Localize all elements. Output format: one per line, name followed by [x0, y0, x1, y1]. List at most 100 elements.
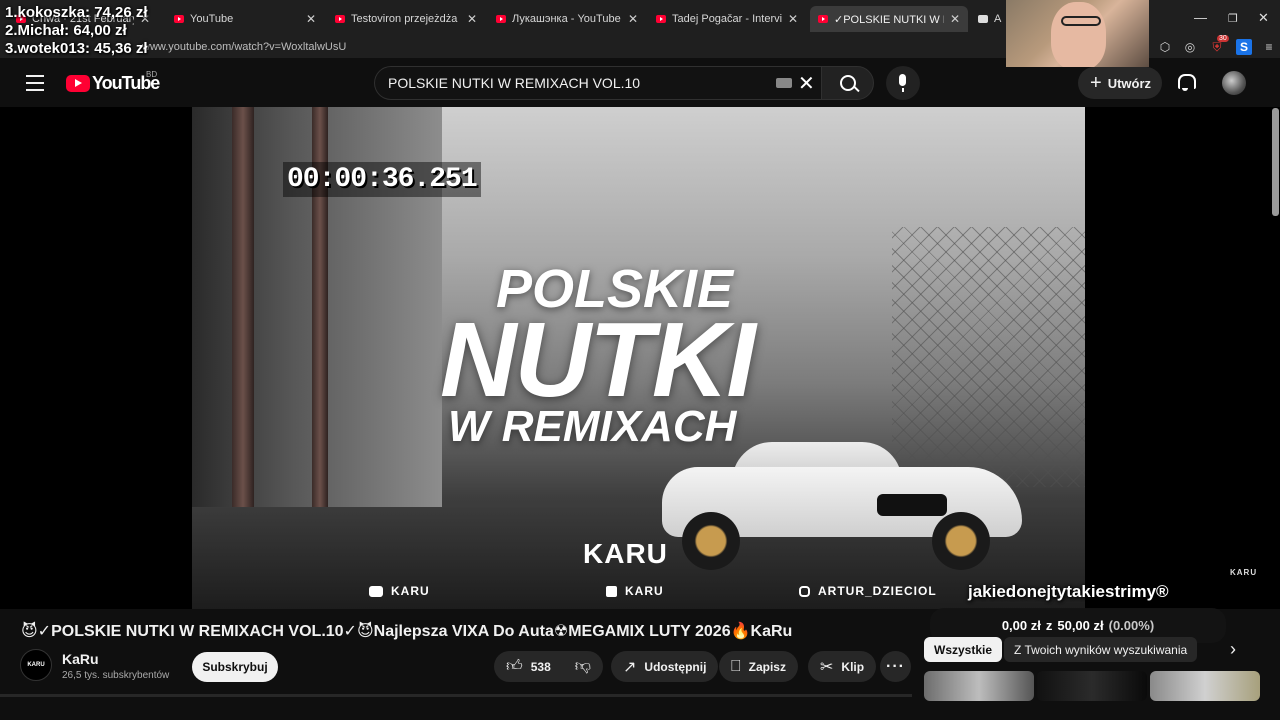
- close-tab-icon[interactable]: ✕: [467, 12, 477, 26]
- youtube-favicon-icon: [174, 15, 184, 23]
- browser-tab[interactable]: Лукашэнка - YouTube ✕: [488, 6, 646, 32]
- recommended-thumbnail[interactable]: [1150, 671, 1260, 701]
- channel-avatar[interactable]: KARU: [20, 649, 52, 681]
- extension-puzzle-icon[interactable]: ⬡: [1157, 39, 1173, 55]
- clip-label: Klip: [841, 659, 865, 674]
- create-button[interactable]: + Utwórz: [1078, 67, 1162, 99]
- keyboard-icon[interactable]: [776, 78, 792, 88]
- share-button[interactable]: ↗ Udostępnij: [611, 651, 719, 682]
- country-code: BD: [146, 70, 158, 79]
- subscriber-count: 26,5 tys. subskrybentów: [62, 670, 170, 681]
- browser-tab[interactable]: Testoviron przejeżdża przez W ✕: [327, 6, 485, 32]
- donor-entry: 1.kokoszka: 74,26 zł: [5, 4, 148, 21]
- youtube-favicon-icon: [818, 15, 828, 23]
- donor-entry: 3.wotek013: 45,36 zł: [5, 40, 148, 57]
- browser-menu-icon[interactable]: ≡: [1261, 39, 1277, 55]
- notifications-bell-icon[interactable]: [1176, 73, 1196, 91]
- close-tab-icon[interactable]: ✕: [788, 12, 798, 26]
- youtube-logo-icon[interactable]: [66, 75, 90, 92]
- donation-current: 0,00 zł: [1001, 618, 1041, 633]
- video-social-youtube: KARU: [369, 584, 430, 598]
- like-count[interactable]: 538: [531, 660, 551, 674]
- tab-title: ✓POLSKIE NUTKI W REMIX: [834, 13, 944, 26]
- browser-tab[interactable]: YouTube ✕: [166, 6, 324, 32]
- video-title-part: 😈Najlepsza VIXA Do Auta: [356, 623, 554, 640]
- donation-percent: (0.00%): [1108, 618, 1155, 633]
- webcam-glasses: [1061, 16, 1101, 26]
- search-input[interactable]: POLSKIE NUTKI W REMIXACH VOL.10: [388, 75, 640, 91]
- video-social-instagram: ARTUR_DZIECIOL: [799, 584, 937, 598]
- webcam-face: [1051, 2, 1106, 67]
- video-title: 😈✓POLSKIE NUTKI W REMIXACH VOL.10✓😈Najle…: [21, 621, 792, 641]
- top-donors-overlay: 1.kokoszka: 74,26 zł 2.Michał: 64,00 zł …: [5, 4, 148, 58]
- close-tab-icon[interactable]: ✕: [628, 12, 638, 26]
- create-label: Utwórz: [1107, 75, 1152, 91]
- subscribe-button[interactable]: Subskrybuj: [192, 652, 278, 682]
- video-title-part: 🔥KaRu: [730, 623, 793, 640]
- video-title-line3: W REMIXACH: [448, 402, 737, 451]
- video-artist: KARU: [583, 538, 668, 569]
- w-favicon-icon: [978, 15, 988, 23]
- video-title-part: 😈✓POLSKIE NUTKI W REMIXACH VOL.10✓: [21, 623, 357, 640]
- video-title-part: ☢MEGAMIX LUTY 2026: [553, 623, 731, 640]
- chip-from-search[interactable]: Z Twoich wyników wyszukiwania: [1004, 637, 1198, 662]
- dislike-icon[interactable]: 👎︎: [575, 657, 591, 676]
- recommended-thumbnail[interactable]: [1037, 671, 1147, 701]
- video-social-facebook: KARU: [606, 584, 664, 598]
- chevron-right-icon[interactable]: ›: [1230, 639, 1236, 660]
- extension-badge: 30: [1217, 35, 1229, 42]
- page-scrollbar[interactable]: [1272, 108, 1279, 216]
- video-timestamp-overlay: 00:00:36.251: [283, 162, 481, 197]
- account-avatar[interactable]: [1222, 71, 1246, 95]
- adblock-icon[interactable]: ⛨ 30: [1209, 35, 1229, 55]
- clear-search-icon[interactable]: ✕: [798, 71, 815, 96]
- browser-tab[interactable]: Alak: [970, 6, 1010, 32]
- scissors-icon: ✂: [820, 658, 834, 676]
- tab-title: Лукашэнка - YouTube: [512, 13, 621, 25]
- video-scene-pipe: [232, 107, 254, 537]
- minimize-icon[interactable]: —: [1194, 10, 1207, 25]
- gamepad-icon[interactable]: ◎: [1182, 39, 1198, 55]
- search-button[interactable]: [821, 66, 874, 100]
- hamburger-menu-icon[interactable]: [26, 75, 44, 91]
- close-tab-icon[interactable]: ✕: [306, 12, 316, 26]
- bookmark-icon: ⎕: [731, 657, 741, 675]
- close-window-icon[interactable]: ✕: [1258, 10, 1269, 26]
- social-label: KARU: [625, 584, 664, 598]
- chip-all[interactable]: Wszystkie: [924, 637, 1003, 662]
- youtube-favicon-icon: [656, 15, 666, 23]
- stream-watermark: jakiedonejtytakiestrimy®: [968, 582, 1169, 601]
- like-dislike-group: 👍︎ 538 👎︎: [494, 651, 603, 682]
- facebook-icon: [606, 585, 617, 597]
- donation-separator: z: [1045, 618, 1053, 633]
- save-button[interactable]: ⎕ Zapisz: [719, 651, 798, 682]
- youtube-favicon-icon: [496, 15, 506, 23]
- like-icon[interactable]: 👍︎: [506, 657, 523, 676]
- more-actions-icon[interactable]: ···: [880, 651, 911, 682]
- s-extension-icon[interactable]: S: [1236, 39, 1252, 55]
- instagram-icon: [799, 585, 810, 597]
- corner-logo: KARU: [1230, 568, 1258, 577]
- donation-target: 50,00 zł: [1057, 618, 1104, 633]
- tab-title: Tadej Pogačar - Interview at th: [672, 13, 782, 25]
- share-label: Udostępnij: [644, 659, 707, 674]
- url-text[interactable]: www.youtube.com/watch?v=WoxltalwUsU: [142, 41, 346, 53]
- save-label: Zapisz: [748, 659, 786, 674]
- browser-tab[interactable]: Tadej Pogačar - Interview at th ✕: [648, 6, 806, 32]
- restore-icon[interactable]: ❐: [1228, 12, 1238, 25]
- plus-icon: +: [1090, 72, 1102, 94]
- clip-button[interactable]: ✂ Klip: [808, 651, 877, 682]
- youtube-icon: [369, 585, 383, 597]
- video-scene-car: [662, 442, 1022, 570]
- social-label: KARU: [391, 584, 430, 598]
- description-box-edge: [0, 694, 912, 697]
- channel-name[interactable]: KaRu: [62, 651, 99, 667]
- voice-search-icon[interactable]: [886, 66, 920, 100]
- social-label: ARTUR_DZIECIOL: [818, 584, 937, 598]
- webcam-overlay: [1006, 0, 1149, 67]
- browser-tab-active[interactable]: ✓POLSKIE NUTKI W REMIX ✕: [810, 6, 968, 32]
- donor-entry: 2.Michał: 64,00 zł: [5, 22, 127, 39]
- close-tab-icon[interactable]: ✕: [950, 12, 960, 26]
- youtube-favicon-icon: [335, 15, 345, 23]
- recommended-thumbnail[interactable]: [924, 671, 1034, 701]
